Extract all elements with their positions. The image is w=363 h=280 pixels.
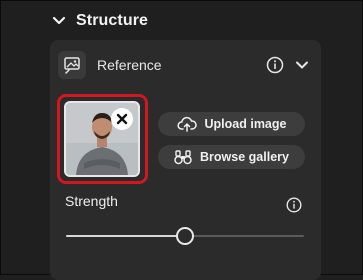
cloud-upload-icon bbox=[176, 116, 197, 132]
info-icon[interactable] bbox=[266, 56, 284, 74]
upload-image-button[interactable]: Upload image bbox=[158, 112, 305, 136]
section-title: Structure bbox=[76, 12, 149, 29]
chevron-down-icon[interactable] bbox=[52, 14, 66, 28]
image-reference-icon bbox=[58, 51, 86, 79]
binoculars-icon bbox=[174, 150, 192, 165]
upload-image-label: Upload image bbox=[204, 117, 287, 131]
section-header[interactable]: Structure bbox=[52, 9, 148, 33]
browse-gallery-button[interactable]: Browse gallery bbox=[158, 145, 305, 169]
strength-slider-fill bbox=[66, 235, 185, 237]
chevron-down-icon[interactable] bbox=[294, 58, 310, 72]
close-icon bbox=[116, 113, 128, 125]
strength-label: Strength bbox=[65, 193, 118, 209]
reference-label: Reference bbox=[97, 57, 162, 73]
remove-reference-button[interactable] bbox=[111, 108, 133, 130]
info-icon[interactable] bbox=[286, 197, 302, 213]
browse-gallery-label: Browse gallery bbox=[200, 150, 289, 164]
strength-slider-thumb[interactable] bbox=[176, 227, 194, 245]
